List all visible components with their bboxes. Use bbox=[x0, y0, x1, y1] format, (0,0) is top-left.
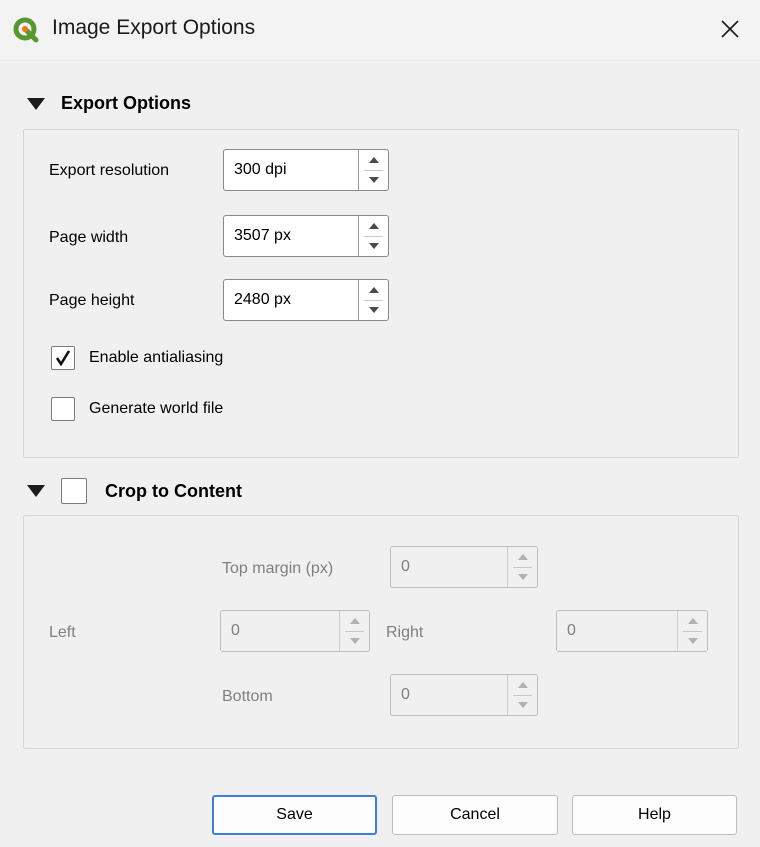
left-margin-value: 0 bbox=[231, 622, 240, 639]
world-file-label: Generate world file bbox=[89, 400, 224, 417]
top-margin-value: 0 bbox=[401, 558, 410, 575]
bottom-margin-label: Bottom bbox=[222, 688, 273, 705]
export-resolution-spinbox[interactable]: 300 dpi bbox=[223, 149, 389, 191]
crop-title: Crop to Content bbox=[105, 480, 242, 501]
spin-up-icon[interactable] bbox=[678, 611, 707, 631]
antialiasing-checkbox[interactable] bbox=[51, 346, 75, 370]
window-title: Image Export Options bbox=[52, 16, 256, 39]
save-button[interactable]: Save bbox=[212, 795, 377, 835]
spin-up-icon[interactable] bbox=[359, 216, 388, 236]
cancel-button[interactable]: Cancel bbox=[392, 795, 558, 835]
top-margin-label: Top margin (px) bbox=[222, 560, 334, 577]
page-width-spinbox[interactable]: 3507 px bbox=[223, 215, 389, 257]
bottom-margin-spinbox[interactable]: 0 bbox=[390, 674, 538, 716]
help-button[interactable]: Help bbox=[572, 795, 737, 835]
export-options-title: Export Options bbox=[61, 93, 191, 113]
left-margin-label: Left bbox=[49, 624, 76, 641]
collapse-triangle-icon bbox=[27, 485, 45, 497]
world-file-checkbox[interactable] bbox=[51, 397, 75, 421]
page-width-label: Page width bbox=[49, 229, 129, 246]
spin-down-icon[interactable] bbox=[359, 300, 388, 320]
spin-down-icon[interactable] bbox=[678, 631, 707, 651]
close-icon bbox=[721, 20, 739, 38]
export-options-header[interactable]: Export Options bbox=[27, 93, 191, 114]
spin-up-icon[interactable] bbox=[340, 611, 369, 631]
antialiasing-label: Enable antialiasing bbox=[89, 349, 224, 366]
spin-down-icon[interactable] bbox=[508, 695, 537, 715]
page-height-label: Page height bbox=[49, 292, 135, 309]
spin-down-icon[interactable] bbox=[359, 236, 388, 256]
spin-down-icon[interactable] bbox=[359, 170, 388, 190]
page-height-value: 2480 px bbox=[234, 291, 291, 308]
left-margin-spinbox[interactable]: 0 bbox=[220, 610, 370, 652]
bottom-margin-value: 0 bbox=[401, 686, 410, 703]
crop-header[interactable]: Crop to Content bbox=[27, 478, 242, 504]
close-button[interactable] bbox=[700, 0, 760, 58]
spin-down-icon[interactable] bbox=[508, 567, 537, 587]
spin-up-icon[interactable] bbox=[508, 547, 537, 567]
top-margin-spinbox[interactable]: 0 bbox=[390, 546, 538, 588]
right-margin-spinbox[interactable]: 0 bbox=[556, 610, 708, 652]
page-width-value: 3507 px bbox=[234, 227, 291, 244]
right-margin-value: 0 bbox=[567, 622, 576, 639]
spin-down-icon[interactable] bbox=[340, 631, 369, 651]
title-bar: Image Export Options bbox=[0, 0, 760, 61]
spin-up-icon[interactable] bbox=[508, 675, 537, 695]
export-resolution-value: 300 dpi bbox=[234, 161, 287, 178]
collapse-triangle-icon bbox=[27, 97, 45, 110]
qgis-logo-icon bbox=[13, 17, 39, 43]
export-resolution-label: Export resolution bbox=[49, 162, 170, 179]
right-margin-label: Right bbox=[386, 624, 424, 641]
crop-to-content-checkbox[interactable] bbox=[61, 478, 87, 504]
checkmark-icon bbox=[55, 350, 71, 367]
spin-up-icon[interactable] bbox=[359, 150, 388, 170]
spin-up-icon[interactable] bbox=[359, 280, 388, 300]
page-height-spinbox[interactable]: 2480 px bbox=[223, 279, 389, 321]
